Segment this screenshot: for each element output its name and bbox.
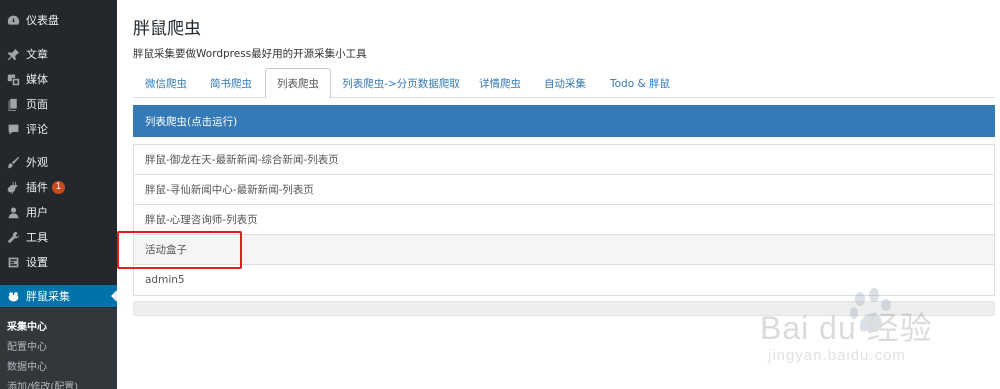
watermark-logo-text: Bai du 经验 — [760, 310, 933, 346]
brush-icon — [6, 155, 20, 169]
menu-label: 评论 — [26, 123, 48, 136]
menu-item-posts[interactable]: 文章 — [0, 43, 117, 65]
tab-todo[interactable]: Todo & 胖鼠 — [600, 68, 680, 99]
highlight-annotation-box — [117, 231, 242, 269]
menu-item-fat-rat-collect[interactable]: 胖鼠采集 — [0, 285, 117, 307]
list-item[interactable]: 胖鼠-寻仙新闻中心-最新新闻-列表页 — [134, 175, 994, 205]
comment-icon — [6, 122, 20, 136]
panel-heading: 列表爬虫(点击运行) — [133, 105, 995, 137]
menu-item-users[interactable]: 用户 — [0, 201, 117, 223]
page-title: 胖鼠爬虫 — [133, 19, 201, 39]
submenu-item-add-edit-config[interactable]: 添加/修改(配置) — [7, 378, 78, 389]
settings-icon — [6, 255, 20, 269]
plugin-icon — [6, 180, 20, 194]
menu-item-pages[interactable]: 页面 — [0, 93, 117, 115]
menu-label: 文章 — [26, 48, 48, 61]
submenu-item-data-center[interactable]: 数据中心 — [7, 358, 47, 373]
menu-label: 设置 — [26, 256, 48, 269]
menu-item-dashboard[interactable]: 仪表盘 — [0, 9, 117, 31]
menu-item-tools[interactable]: 工具 — [0, 226, 117, 248]
menu-label: 胖鼠采集 — [26, 290, 70, 303]
media-icon — [6, 72, 20, 86]
dashboard-icon — [6, 13, 20, 27]
menu-label: 仪表盘 — [26, 14, 59, 27]
tab-list-pagination-crawler[interactable]: 列表爬虫->分页数据爬取 — [334, 68, 468, 99]
admin-sidebar: 仪表盘 文章 媒体 页面 评论 外观 插件 1 用户 工具 设置 胖鼠采集 采集… — [0, 0, 117, 389]
list-item[interactable]: 胖鼠-御龙在天-最新新闻-综合新闻-列表页 — [134, 145, 994, 175]
menu-label: 外观 — [26, 156, 48, 169]
crawler-list: 胖鼠-御龙在天-最新新闻-综合新闻-列表页 胖鼠-寻仙新闻中心-最新新闻-列表页… — [133, 144, 995, 296]
page-icon — [6, 97, 20, 111]
wrench-icon — [6, 230, 20, 244]
menu-label: 工具 — [26, 231, 48, 244]
list-item[interactable]: 活动盒子 — [134, 235, 994, 265]
menu-item-plugins[interactable]: 插件 1 — [0, 176, 117, 198]
tab-wechat-crawler[interactable]: 微信爬虫 — [133, 68, 199, 99]
menu-item-comments[interactable]: 评论 — [0, 118, 117, 140]
tab-jianshu-crawler[interactable]: 简书爬虫 — [199, 68, 263, 99]
crawler-tabs: 微信爬虫 简书爬虫 列表爬虫 列表爬虫->分页数据爬取 详情爬虫 自动采集 To… — [133, 68, 995, 99]
menu-label: 媒体 — [26, 73, 48, 86]
menu-label: 用户 — [26, 206, 48, 219]
submenu-fat-rat: 采集中心 配置中心 数据中心 添加/修改(配置) — [0, 308, 117, 389]
page-subtitle: 胖鼠采集要做Wordpress最好用的开源采集小工具 — [133, 48, 367, 60]
baidu-jingyan-watermark: Bai du 经验 jingyan.baidu.com — [760, 285, 990, 380]
menu-label: 页面 — [26, 98, 48, 111]
menu-item-settings[interactable]: 设置 — [0, 251, 117, 273]
menu-item-appearance[interactable]: 外观 — [0, 151, 117, 173]
frog-icon — [6, 289, 20, 303]
update-count-badge: 1 — [52, 180, 65, 194]
tab-list-crawler[interactable]: 列表爬虫 — [265, 68, 331, 99]
submenu-item-collect-center[interactable]: 采集中心 — [7, 318, 47, 333]
watermark-url: jingyan.baidu.com — [768, 347, 906, 364]
tab-detail-crawler[interactable]: 详情爬虫 — [470, 68, 530, 99]
pin-icon — [6, 47, 20, 61]
menu-label: 插件 — [26, 181, 48, 194]
list-item[interactable]: 胖鼠-心理咨询师-列表页 — [134, 205, 994, 235]
menu-item-media[interactable]: 媒体 — [0, 68, 117, 90]
user-icon — [6, 205, 20, 219]
submenu-item-config-center[interactable]: 配置中心 — [7, 338, 47, 353]
tab-auto-collect[interactable]: 自动采集 — [533, 68, 597, 99]
